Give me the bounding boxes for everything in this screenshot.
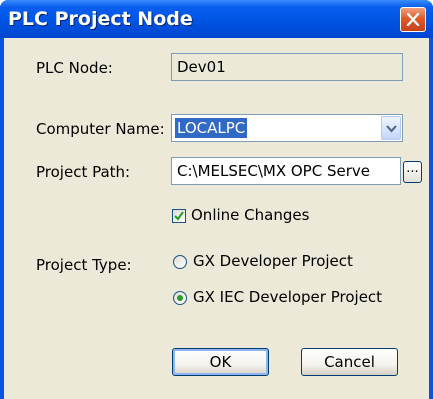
- title-bar[interactable]: PLC Project Node: [0, 0, 433, 38]
- gx-iec-developer-label[interactable]: GX IEC Developer Project: [193, 288, 382, 306]
- radio-selected-dot: [177, 295, 183, 301]
- computer-name-dropdown-button[interactable]: [381, 116, 401, 140]
- close-button[interactable]: [400, 7, 426, 32]
- gx-developer-label[interactable]: GX Developer Project: [193, 252, 353, 270]
- cancel-button[interactable]: Cancel: [301, 348, 398, 376]
- browse-button[interactable]: ...: [403, 161, 422, 183]
- plc-node-field: Dev01: [171, 53, 403, 81]
- online-changes-checkbox[interactable]: [172, 209, 186, 223]
- computer-name-value: LOCALPC: [175, 118, 248, 138]
- project-path-input[interactable]: C:\MELSEC\MX OPC Serve: [171, 157, 401, 185]
- project-type-label: Project Type:: [36, 256, 132, 274]
- plc-node-label: PLC Node:: [36, 59, 113, 77]
- dialog-body: PLC Node: Dev01 Computer Name: LOCALPC P…: [4, 38, 429, 399]
- project-path-label: Project Path:: [36, 163, 131, 181]
- dialog-window: PLC Project Node PLC Node: Dev01 Compute…: [0, 0, 433, 399]
- online-changes-label[interactable]: Online Changes: [191, 206, 309, 224]
- computer-name-combobox[interactable]: LOCALPC: [171, 114, 403, 142]
- dialog-title: PLC Project Node: [8, 8, 193, 30]
- close-icon: [406, 13, 420, 26]
- chevron-down-icon: [386, 125, 397, 133]
- gx-developer-radio[interactable]: [173, 255, 187, 269]
- computer-name-label: Computer Name:: [36, 120, 165, 138]
- checkmark-icon: [174, 211, 184, 221]
- ok-button[interactable]: OK: [172, 348, 269, 376]
- gx-iec-developer-radio[interactable]: [173, 291, 187, 305]
